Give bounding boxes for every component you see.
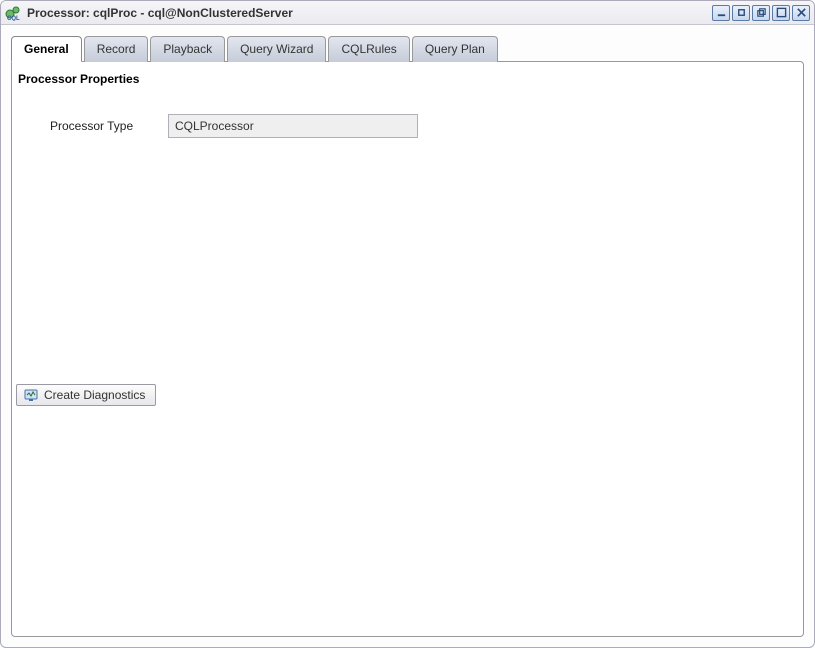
section-title: Processor Properties xyxy=(18,72,797,86)
tab-label: Query Plan xyxy=(425,42,485,56)
processor-type-row: Processor Type CQLProcessor xyxy=(50,114,799,138)
restore-down-button[interactable] xyxy=(732,5,750,21)
tab-playback[interactable]: Playback xyxy=(150,36,225,62)
tab-query-plan[interactable]: Query Plan xyxy=(412,36,498,62)
tab-label: CQLRules xyxy=(341,42,396,56)
content-area: General Record Playback Query Wizard CQL… xyxy=(1,25,814,647)
close-button[interactable] xyxy=(792,5,810,21)
titlebar: CQL Processor: cqlProc - cql@NonClustere… xyxy=(1,1,814,25)
processor-type-label: Processor Type xyxy=(50,119,158,133)
tab-panel-general: Processor Properties Processor Type CQLP… xyxy=(11,61,804,637)
tab-label: Record xyxy=(97,42,136,56)
diagnostics-icon xyxy=(23,388,39,402)
tab-cql-rules[interactable]: CQLRules xyxy=(328,36,409,62)
tab-label: General xyxy=(24,42,69,56)
create-diagnostics-button[interactable]: Create Diagnostics xyxy=(16,384,156,406)
maximize-button[interactable] xyxy=(772,5,790,21)
tab-record[interactable]: Record xyxy=(84,36,149,62)
minimize-button[interactable] xyxy=(712,5,730,21)
processor-icon: CQL xyxy=(5,5,21,21)
tab-label: Query Wizard xyxy=(240,42,313,56)
button-label: Create Diagnostics xyxy=(44,388,145,402)
window-title: Processor: cqlProc - cql@NonClusteredSer… xyxy=(27,6,712,20)
tab-query-wizard[interactable]: Query Wizard xyxy=(227,36,326,62)
tab-strip: General Record Playback Query Wizard CQL… xyxy=(11,35,804,61)
processor-type-field: CQLProcessor xyxy=(168,114,418,138)
tab-general[interactable]: General xyxy=(11,36,82,62)
tab-label: Playback xyxy=(163,42,212,56)
window-controls xyxy=(712,5,810,21)
window-frame: CQL Processor: cqlProc - cql@NonClustere… xyxy=(0,0,815,648)
svg-text:CQL: CQL xyxy=(7,16,20,21)
restore-up-button[interactable] xyxy=(752,5,770,21)
action-bar: Create Diagnostics xyxy=(16,384,156,406)
